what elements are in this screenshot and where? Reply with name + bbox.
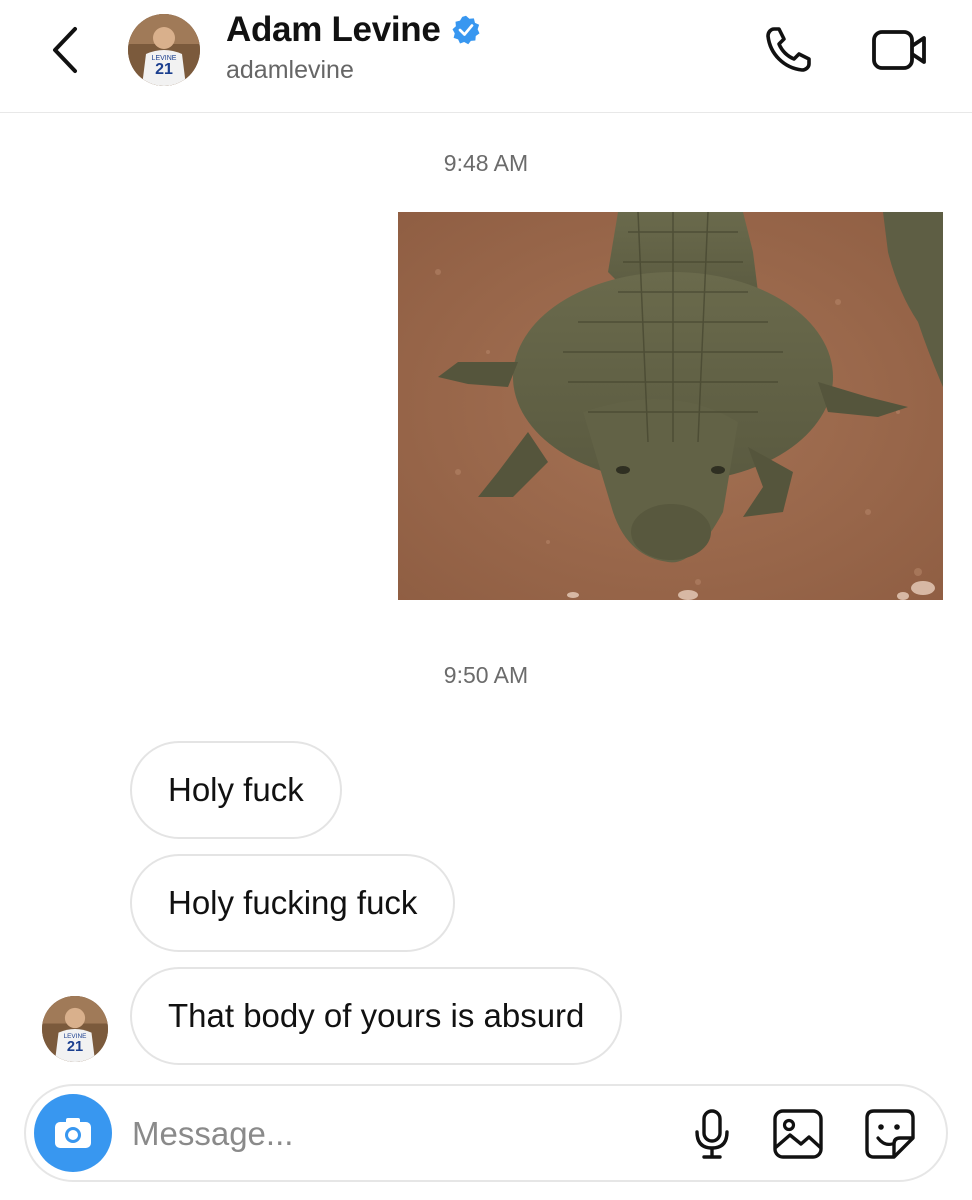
sticker-button[interactable] xyxy=(860,1104,920,1164)
photo-message[interactable] xyxy=(398,212,943,600)
video-call-button[interactable] xyxy=(866,22,934,78)
sender-avatar[interactable]: 21 LEVINE xyxy=(42,996,108,1062)
message-bubble[interactable]: Holy fuck xyxy=(130,741,342,839)
camera-button[interactable] xyxy=(34,1094,112,1172)
message-text: Holy fuck xyxy=(168,771,304,808)
svg-text:21: 21 xyxy=(67,1039,83,1055)
call-button[interactable] xyxy=(758,22,818,78)
back-button[interactable] xyxy=(40,22,88,78)
message-text: That body of yours is absurd xyxy=(168,997,585,1034)
svg-text:21: 21 xyxy=(155,61,173,78)
svg-text:LEVINE: LEVINE xyxy=(64,1033,87,1040)
video-camera-icon xyxy=(872,30,926,70)
message-input[interactable] xyxy=(130,1104,654,1164)
image-icon xyxy=(773,1109,823,1159)
message-timestamp: 9:48 AM xyxy=(443,150,529,176)
voice-message-button[interactable] xyxy=(682,1104,742,1164)
dm-screen: 21 LEVINE Adam Levine adamlevine 9:48 AM… xyxy=(0,0,972,1200)
svg-text:LEVINE: LEVINE xyxy=(152,55,177,62)
message-bubble[interactable]: That body of yours is absurd xyxy=(130,967,623,1065)
microphone-icon xyxy=(695,1109,729,1159)
chat-header: 21 LEVINE Adam Levine adamlevine xyxy=(0,0,972,113)
camera-icon xyxy=(55,1118,91,1148)
avatar[interactable]: 21 LEVINE xyxy=(128,14,200,86)
contact-handle: adamlevine xyxy=(226,56,354,84)
message-timestamp: 9:50 AM xyxy=(443,662,529,688)
contact-name: Adam Levine xyxy=(226,10,441,49)
chevron-left-icon xyxy=(53,27,77,73)
crocodile-photo xyxy=(398,212,943,600)
message-text: Holy fucking fuck xyxy=(168,884,418,921)
contact-info[interactable]: Adam Levine adamlevine xyxy=(226,10,481,85)
phone-icon xyxy=(766,27,811,72)
gallery-button[interactable] xyxy=(768,1104,828,1164)
message-bubble[interactable]: Holy fucking fuck xyxy=(130,854,456,952)
sticker-icon xyxy=(865,1109,915,1159)
verified-badge-icon xyxy=(452,15,480,45)
message-composer xyxy=(24,1084,948,1182)
